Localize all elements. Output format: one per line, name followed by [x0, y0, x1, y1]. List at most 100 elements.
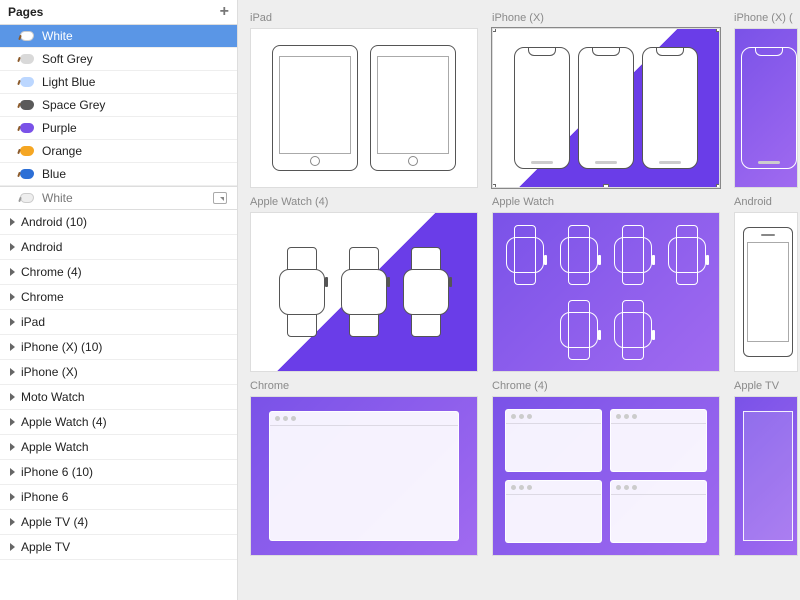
page-label: Orange: [42, 144, 82, 158]
layer-item[interactable]: Android (10): [0, 210, 237, 235]
iphone-x-mockup: [578, 47, 634, 169]
selection-handle[interactable]: [492, 184, 496, 188]
page-item-soft-grey[interactable]: Soft Grey: [0, 48, 237, 71]
selection-handle[interactable]: [492, 28, 496, 32]
chevron-right-icon: [10, 418, 15, 426]
chevron-right-icon: [10, 218, 15, 226]
chevron-right-icon: [10, 293, 15, 301]
layer-label: iPhone 6 (10): [21, 465, 93, 479]
page-item-blue[interactable]: Blue: [0, 163, 237, 186]
page-label: Purple: [42, 121, 77, 135]
browser-mockup: [505, 480, 602, 543]
add-page-button[interactable]: +: [220, 4, 229, 20]
chevron-right-icon: [10, 268, 15, 276]
layer-label: Apple Watch: [21, 440, 89, 454]
watch-mockup: [275, 247, 329, 337]
artboard-label[interactable]: Android: [734, 196, 798, 210]
artboard-label[interactable]: Chrome (4): [492, 380, 720, 394]
android-mockup: [743, 227, 793, 357]
page-label: White: [42, 29, 73, 43]
chevron-right-icon: [10, 443, 15, 451]
layer-item[interactable]: Apple Watch: [0, 435, 237, 460]
layer-label: Apple TV: [21, 540, 70, 554]
artboard-iphone-x-clip[interactable]: [734, 28, 798, 188]
page-item-space-grey[interactable]: Space Grey: [0, 94, 237, 117]
browser-mockup: [269, 411, 459, 541]
layer-item[interactable]: Android: [0, 235, 237, 260]
artboard-label[interactable]: iPhone (X): [492, 12, 720, 26]
symbols-header[interactable]: White: [0, 186, 237, 210]
browser-mockup: [610, 480, 707, 543]
artboard-apple-watch[interactable]: [492, 212, 720, 372]
iphone-x-mockup: [514, 47, 570, 169]
palette-icon: [20, 123, 34, 133]
artboard-label[interactable]: Apple Watch: [492, 196, 720, 210]
artboard-label[interactable]: iPad: [250, 12, 478, 26]
palette-icon: [20, 77, 34, 87]
page-label: Light Blue: [42, 75, 95, 89]
ipad-mockup: [370, 45, 456, 171]
layer-item[interactable]: Apple TV: [0, 535, 237, 560]
chevron-right-icon: [10, 468, 15, 476]
selection-handle[interactable]: [716, 184, 720, 188]
layer-label: Apple TV (4): [21, 515, 88, 529]
selection-handle[interactable]: [603, 184, 609, 188]
pages-title: Pages: [8, 5, 43, 19]
artboard-apple-watch-4[interactable]: [250, 212, 478, 372]
watch-mockup: [610, 225, 656, 285]
layer-item[interactable]: iPhone 6 (10): [0, 460, 237, 485]
layer-label: Chrome: [21, 290, 64, 304]
palette-icon: [20, 100, 34, 110]
layer-item[interactable]: iPhone 6: [0, 485, 237, 510]
layer-item[interactable]: Apple TV (4): [0, 510, 237, 535]
page-item-orange[interactable]: Orange: [0, 140, 237, 163]
watch-mockup: [664, 225, 710, 285]
layer-item[interactable]: Chrome (4): [0, 260, 237, 285]
layer-item[interactable]: Moto Watch: [0, 385, 237, 410]
palette-icon: [20, 31, 34, 41]
ipad-mockup: [272, 45, 358, 171]
page-item-white[interactable]: White: [0, 25, 237, 48]
layer-item[interactable]: Chrome: [0, 285, 237, 310]
artboard-android-clip[interactable]: [734, 212, 798, 372]
watch-mockup: [502, 225, 548, 285]
page-item-purple[interactable]: Purple: [0, 117, 237, 140]
layer-label: Android (10): [21, 215, 87, 229]
app-root: Pages + White Soft Grey Light Blue Space…: [0, 0, 800, 600]
iphone-x-mockup: [741, 47, 797, 169]
artboard-chrome[interactable]: [250, 396, 478, 556]
layer-item[interactable]: iPad: [0, 310, 237, 335]
artboard-chrome-4[interactable]: [492, 396, 720, 556]
palette-icon: [20, 146, 34, 156]
artboard-label[interactable]: iPhone (X) (: [734, 12, 798, 26]
layer-item[interactable]: iPhone (X): [0, 360, 237, 385]
artboard-label[interactable]: Apple Watch (4): [250, 196, 478, 210]
layer-label: Apple Watch (4): [21, 415, 107, 429]
layer-label: Android: [21, 240, 62, 254]
reveal-icon[interactable]: [213, 192, 227, 204]
page-label: Soft Grey: [42, 52, 93, 66]
page-item-light-blue[interactable]: Light Blue: [0, 71, 237, 94]
artboard-label[interactable]: Apple TV: [734, 380, 798, 394]
artboard-ipad[interactable]: [250, 28, 478, 188]
layer-label: Chrome (4): [21, 265, 82, 279]
canvas[interactable]: iPad iPhone (X) iPhone (X) ( Appl: [238, 0, 800, 600]
chevron-right-icon: [10, 393, 15, 401]
chevron-right-icon: [10, 493, 15, 501]
chevron-right-icon: [10, 368, 15, 376]
artboard-label[interactable]: Chrome: [250, 380, 478, 394]
layer-item[interactable]: Apple Watch (4): [0, 410, 237, 435]
sidebar: Pages + White Soft Grey Light Blue Space…: [0, 0, 238, 600]
layer-label: iPhone 6: [21, 490, 68, 504]
palette-icon: [20, 169, 34, 179]
artboard-apple-tv-clip[interactable]: [734, 396, 798, 556]
selection-handle[interactable]: [716, 28, 720, 32]
layer-item[interactable]: iPhone (X) (10): [0, 335, 237, 360]
watch-mockup: [610, 300, 656, 360]
artboard-iphone-x[interactable]: [492, 28, 720, 188]
browser-mockup: [610, 409, 707, 472]
symbols-label: White: [42, 191, 205, 205]
chevron-right-icon: [10, 518, 15, 526]
chevron-right-icon: [10, 343, 15, 351]
watch-mockup: [556, 225, 602, 285]
